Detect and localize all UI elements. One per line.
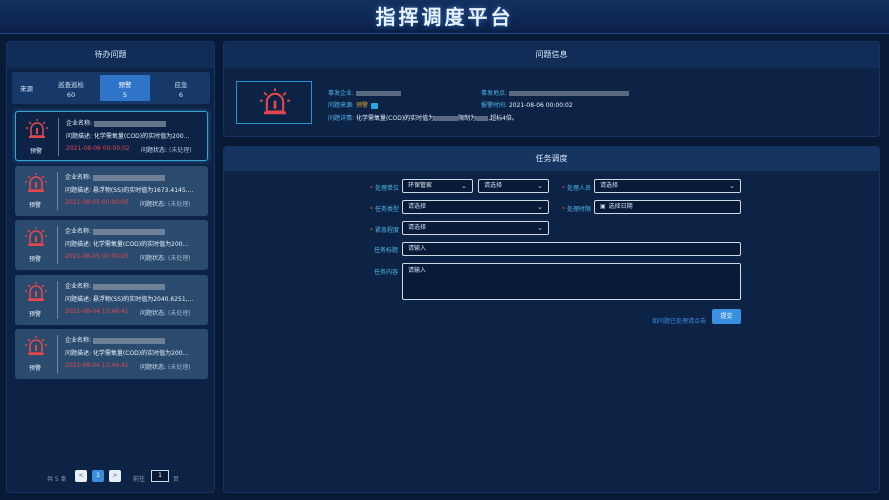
alarm-icon [26,119,48,138]
card-desc: 问题描述: 化学需氧量(COD)的实时值为200... [66,133,190,140]
task-title-label: 任务标题 [374,247,399,254]
app-header: 指挥调度平台 [0,0,889,34]
deadline-date-picker[interactable]: ▣ 选择日期 [594,200,741,214]
chevron-down-icon: ⌄ [729,182,735,190]
card-status: 问题状态: (未处理) [140,201,191,208]
pager-goto-input[interactable]: 1 [151,470,169,482]
source-label: 来源 [20,85,33,93]
pager-prev-button[interactable]: < [75,470,87,482]
card-divider [57,335,58,373]
task-title-input[interactable]: 请输入 [402,242,741,256]
card-status: 问题状态: (未处理) [141,147,192,154]
task-dispatch-panel: 任务调度 * 处理单位 环保管家 ⌄ 请选择 ⌄ * 处理人员 请选择 ⌄ * 任务类型 请… [223,146,880,493]
person-label: * 处理人员 [562,185,592,192]
card-divider [57,172,58,210]
tab-emergency[interactable]: 应急 6 [156,75,206,101]
tab-warning-label: 预警 [118,81,132,89]
calendar-icon: ▣ [600,203,606,210]
card-desc: 问题描述: 化学需氧量(COD)的实时值为200... [65,350,189,357]
pagination: 共 5 条 < 1 > 前往 1 页 [47,470,179,483]
app-title: 指挥调度平台 [375,5,514,29]
person-select[interactable]: 请选择 ⌄ [594,179,741,193]
card-company: 企业名称: [65,281,166,290]
info-detail: 问题详情: 化学需氧量(COD)的实时值为 限制为 ,超标4倍。 [328,115,518,122]
problem-card[interactable]: 预警 企业名称: 问题描述: 悬浮物(SS)的实时值为1673.4145,...… [15,166,208,216]
source-tabs: 来源 巡查巡检 60 预警 5 应急 6 [12,72,210,104]
pager-goto-prefix: 前往 [133,476,146,483]
card-status: 问题状态: (未处理) [140,310,191,317]
card-warn-label: 预警 [29,311,42,318]
chevron-down-icon: ⌄ [537,182,543,190]
card-warn-label: 预警 [29,256,42,263]
card-time: 2021-08-06 00:00:02 [66,145,130,152]
tab-inspection[interactable]: 巡查巡检 60 [46,75,96,101]
card-time: 2021-08-05 00:00:05 [65,253,129,260]
alarm-icon [25,173,47,192]
info-company: 事发企业: [328,88,401,97]
info-time: 报警时间: 2021-08-06 00:00:02 [481,102,573,109]
todo-panel-title: 待办问题 [7,42,214,68]
task-type-select[interactable]: 请选择 ⌄ [402,200,549,214]
info-source: 问题来源: 预警 [328,100,378,109]
card-desc: 问题描述: 化学需氧量(COD)的实时值为200... [65,241,189,248]
card-time: 2021-08-04 12:46:41 [65,308,129,315]
pager-total: 共 5 条 [47,476,67,483]
card-desc: 问题描述: 悬浮物(SS)的实时值为2040.6251,... [65,296,194,303]
chevron-down-icon: ⌄ [537,203,543,211]
card-divider [57,226,58,264]
tab-warning-count: 5 [122,91,128,99]
card-status: 问题状态: (未处理) [140,364,191,371]
problem-card[interactable]: 预警 企业名称: 问题描述: 化学需氧量(COD)的实时值为200... 202… [15,329,208,379]
card-desc: 问题描述: 悬浮物(SS)的实时值为1673.4145,... [65,187,194,194]
submit-button[interactable]: 提交 [712,309,741,324]
alarm-icon [260,88,290,115]
card-time: 2021-08-04 12:46:41 [65,362,129,369]
card-status: 问题状态: (未处理) [140,255,191,262]
deadline-label: * 处理时限 [562,206,592,213]
problem-info-title: 问题信息 [224,42,879,68]
alarm-icon [25,336,47,355]
problem-card[interactable]: 预警 企业名称: 问题描述: 悬浮物(SS)的实时值为2040.6251,...… [15,275,208,325]
tab-inspection-label: 巡查巡检 [58,81,84,89]
card-time: 2021-08-05 00:00:05 [65,199,129,206]
dept-select[interactable]: 环保管家 ⌄ [402,179,473,193]
chevron-down-icon: ⌄ [461,182,467,190]
alarm-icon [25,282,47,301]
card-divider [58,118,59,156]
pager-next-button[interactable]: > [109,470,121,482]
card-company: 企业名称: [66,118,167,127]
info-location: 事发地点: [481,88,629,97]
card-warn-label: 预警 [29,365,42,372]
task-content-label: 任务内容 [374,269,399,276]
card-warn-label: 预警 [29,202,42,209]
problem-card[interactable]: 预警 企业名称: 问题描述: 化学需氧量(COD)的实时值为200... 202… [15,111,208,161]
task-content-textarea[interactable]: 请输入 [402,263,741,300]
pager-page-button[interactable]: 1 [92,470,104,482]
already-handled-link[interactable]: 如问题已处理请点击 [652,316,706,325]
dept-label: * 处理单位 [370,185,400,192]
task-type-label: * 任务类型 [370,206,400,213]
problem-card[interactable]: 预警 企业名称: 问题描述: 化学需氧量(COD)的实时值为200... 202… [15,220,208,270]
alarm-icon [25,227,47,246]
card-divider [57,281,58,319]
task-dispatch-title: 任务调度 [224,147,879,171]
chevron-down-icon: ⌄ [537,224,543,232]
problem-info-panel: 问题信息 事发企业: 事发地点: 问题来源: 预警 报警时间: 2021-08-… [223,41,880,137]
card-company: 企业名称: [65,226,166,235]
pager-goto-suffix: 页 [173,476,180,483]
urgency-label: * 紧急程度 [370,227,400,234]
tab-warning[interactable]: 预警 5 [100,75,150,101]
problem-icon-box [236,81,312,124]
card-warn-label: 预警 [30,148,43,155]
todo-panel: 待办问题 来源 巡查巡检 60 预警 5 应急 6 预警 企业名称: 问题描述:… [6,41,215,493]
tab-emergency-count: 6 [178,91,184,99]
tab-emergency-label: 应急 [174,81,188,89]
card-company: 企业名称: [65,335,166,344]
tab-inspection-count: 60 [66,91,76,99]
card-company: 企业名称: [65,172,166,181]
urgency-select[interactable]: 请选择 ⌄ [402,221,549,235]
dept-sub-select[interactable]: 请选择 ⌄ [478,179,549,193]
